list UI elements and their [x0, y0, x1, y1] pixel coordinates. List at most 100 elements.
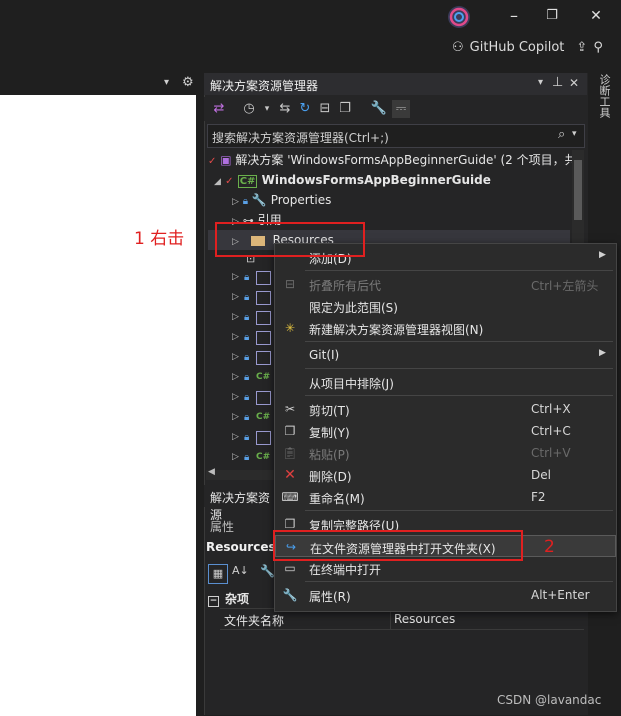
dropdown-icon[interactable]: ▾: [258, 100, 276, 118]
property-name: 文件夹名称: [224, 614, 285, 628]
dropdown-icon[interactable]: ▾: [164, 77, 169, 88]
form-icon: [256, 271, 271, 285]
solution-explorer-title: 解决方案资源管理器: [210, 79, 319, 93]
feedback-icon[interactable]: ⚲: [593, 40, 603, 55]
tree-item-project[interactable]: ◢ ✓ C# WindowsFormsAppBeginnerGuide: [214, 170, 570, 190]
show-all-files-icon[interactable]: ❐: [336, 100, 354, 118]
menu-item-rename[interactable]: ⌨ 重命名(M) F2: [275, 486, 616, 508]
copilot-logo-icon[interactable]: [448, 6, 470, 28]
annotation-box-step1: [215, 222, 365, 257]
copilot-icon: ⚇: [452, 39, 464, 55]
collapse-all-icon[interactable]: ⊟: [316, 100, 334, 118]
collapse-icon: ⊟: [284, 277, 296, 291]
close-window-button[interactable]: ✕: [586, 6, 606, 26]
lock-icon: 🔒︎: [242, 196, 249, 207]
share-icon[interactable]: ⇪: [576, 40, 587, 55]
menu-item-paste[interactable]: 📋︎ 粘贴(P) Ctrl+V: [275, 442, 616, 464]
diagnostics-tab[interactable]: 诊断工具: [596, 74, 612, 124]
menu-label: 复制(Y): [309, 426, 350, 440]
tree-item-solution[interactable]: ✓ ▣ 解决方案 'WindowsFormsAppBeginnerGuide' …: [208, 150, 577, 170]
expand-arrow-icon[interactable]: ◢: [214, 177, 221, 187]
preview-icon[interactable]: ⎓: [392, 100, 410, 118]
collapse-category-icon[interactable]: −: [208, 596, 219, 607]
solution-explorer-toolbar: ⇄ ◷ ▾ ⇆ ↻ ⊟ ❐ 🔧 ⎓: [204, 97, 587, 121]
alphabetical-icon[interactable]: A↓: [232, 564, 249, 577]
gear-icon[interactable]: ⚙: [182, 75, 194, 90]
menu-item-properties[interactable]: 🔧 属性(R) Alt+Enter: [275, 584, 616, 606]
terminal-icon: ▭: [284, 561, 296, 575]
lock-icon: 🔒︎: [244, 312, 250, 323]
form-icon: [256, 351, 271, 365]
menu-shortcut: Del: [531, 468, 551, 482]
menu-item-new-explorer-view[interactable]: ✳ 新建解决方案资源管理器视图(N): [275, 317, 616, 339]
dropdown-icon[interactable]: ▾: [572, 129, 577, 139]
menu-label: Git(I): [309, 348, 340, 362]
properties-title: 属性: [210, 520, 235, 534]
lock-icon: 🔒︎: [244, 452, 250, 463]
menu-separator: [305, 368, 613, 369]
minimize-button[interactable]: –: [504, 6, 524, 26]
horizontal-scrollbar[interactable]: ◀: [206, 467, 276, 480]
properties-category[interactable]: − 杂项: [208, 590, 249, 607]
menu-label: 限定为此范围(S): [309, 301, 398, 315]
annotation-box-step2: [273, 530, 523, 561]
menu-shortcut: Alt+Enter: [531, 588, 590, 602]
collapse-arrow-icon: ▷: [232, 372, 239, 382]
menu-label: 从项目中排除(J): [309, 377, 394, 391]
tree-item-properties[interactable]: ▷ 🔒︎ 🔧 Properties: [232, 190, 570, 210]
git-icon: [281, 346, 299, 364]
copy-icon: ❐: [284, 424, 296, 438]
menu-label: 粘贴(P): [309, 448, 350, 462]
editor-canvas[interactable]: [0, 95, 196, 716]
menu-label: 剪切(T): [309, 404, 350, 418]
scrollbar-thumb[interactable]: [574, 160, 582, 220]
solution-search-input[interactable]: 搜索解决方案资源管理器(Ctrl+;) ⌕ ▾: [207, 124, 585, 148]
submenu-arrow-icon: ▶: [599, 250, 606, 260]
menu-item-collapse-descendants[interactable]: ⊟ 折叠所有后代 Ctrl+左箭头: [275, 273, 616, 295]
wrench-icon[interactable]: 🔧: [370, 100, 388, 118]
menu-item-scope-to-this[interactable]: 限定为此范围(S): [275, 295, 616, 317]
lock-icon: 🔒︎: [244, 352, 250, 363]
close-panel-button[interactable]: ✕: [569, 76, 579, 90]
watermark: CSDN @lavandac: [497, 693, 602, 707]
categorized-icon[interactable]: ▦: [208, 564, 228, 584]
tab-solution-explorer[interactable]: 解决方案资源: [204, 485, 274, 522]
tree-hidden-items: ⊡ ▷ 🔒︎ ▷ 🔒︎ ▷ 🔒︎ ▷ 🔒︎ ▷ 🔒︎ ▷ 🔒︎ C# ▷ 🔒︎ …: [232, 252, 272, 468]
dropdown-icon[interactable]: ▾: [538, 77, 543, 88]
properties-toolbar: ▦ A↓ 🔧: [206, 562, 276, 584]
lock-icon: 🔒︎: [244, 432, 250, 443]
collapse-arrow-icon: ▷: [232, 432, 239, 442]
copilot-bar[interactable]: ⚇ GitHub Copilot ⇪ ⚲: [452, 37, 603, 57]
collapse-arrow-icon[interactable]: ▷: [232, 197, 239, 207]
menu-separator: [305, 395, 613, 396]
rename-icon: ⌨: [281, 490, 299, 504]
menu-item-git[interactable]: Git(I) ▶: [275, 344, 616, 366]
scissors-icon: ✂: [284, 402, 296, 416]
pin-icon[interactable]: ⊥: [552, 75, 563, 90]
collapse-arrow-icon: ▷: [232, 332, 239, 342]
menu-item-delete[interactable]: ✕ 删除(D) Del: [275, 464, 616, 486]
sync-icon[interactable]: ⇆: [276, 100, 294, 118]
properties-object-name[interactable]: Resources: [206, 540, 276, 558]
menu-item-copy[interactable]: ❐ 复制(Y) Ctrl+C: [275, 420, 616, 442]
paste-icon: 📋︎: [282, 446, 298, 460]
lock-icon: 🔒︎: [244, 412, 250, 423]
delete-x-icon: ✕: [284, 467, 296, 483]
wrench-icon: 🔧: [282, 588, 298, 602]
menu-item-cut[interactable]: ✂ 剪切(T) Ctrl+X: [275, 398, 616, 420]
menu-separator: [305, 341, 613, 342]
menu-item-exclude-from-project[interactable]: 从项目中排除(J): [275, 371, 616, 393]
property-pages-icon[interactable]: 🔧: [260, 564, 275, 578]
history-icon[interactable]: ◷: [240, 100, 258, 118]
refresh-icon[interactable]: ↻: [296, 100, 314, 118]
csharp-file-icon: C#: [256, 372, 271, 382]
vs-switch-views-icon[interactable]: ⇄: [210, 100, 228, 118]
exclude-icon: [281, 373, 299, 391]
restore-button[interactable]: ❐: [542, 6, 562, 26]
form-icon: [256, 391, 271, 405]
lock-icon: 🔒︎: [244, 272, 250, 283]
property-value: Resources: [394, 612, 456, 626]
scroll-left-icon[interactable]: ◀: [208, 467, 215, 477]
search-icon[interactable]: ⌕: [558, 127, 565, 142]
menu-label: 在终端中打开: [309, 563, 382, 577]
